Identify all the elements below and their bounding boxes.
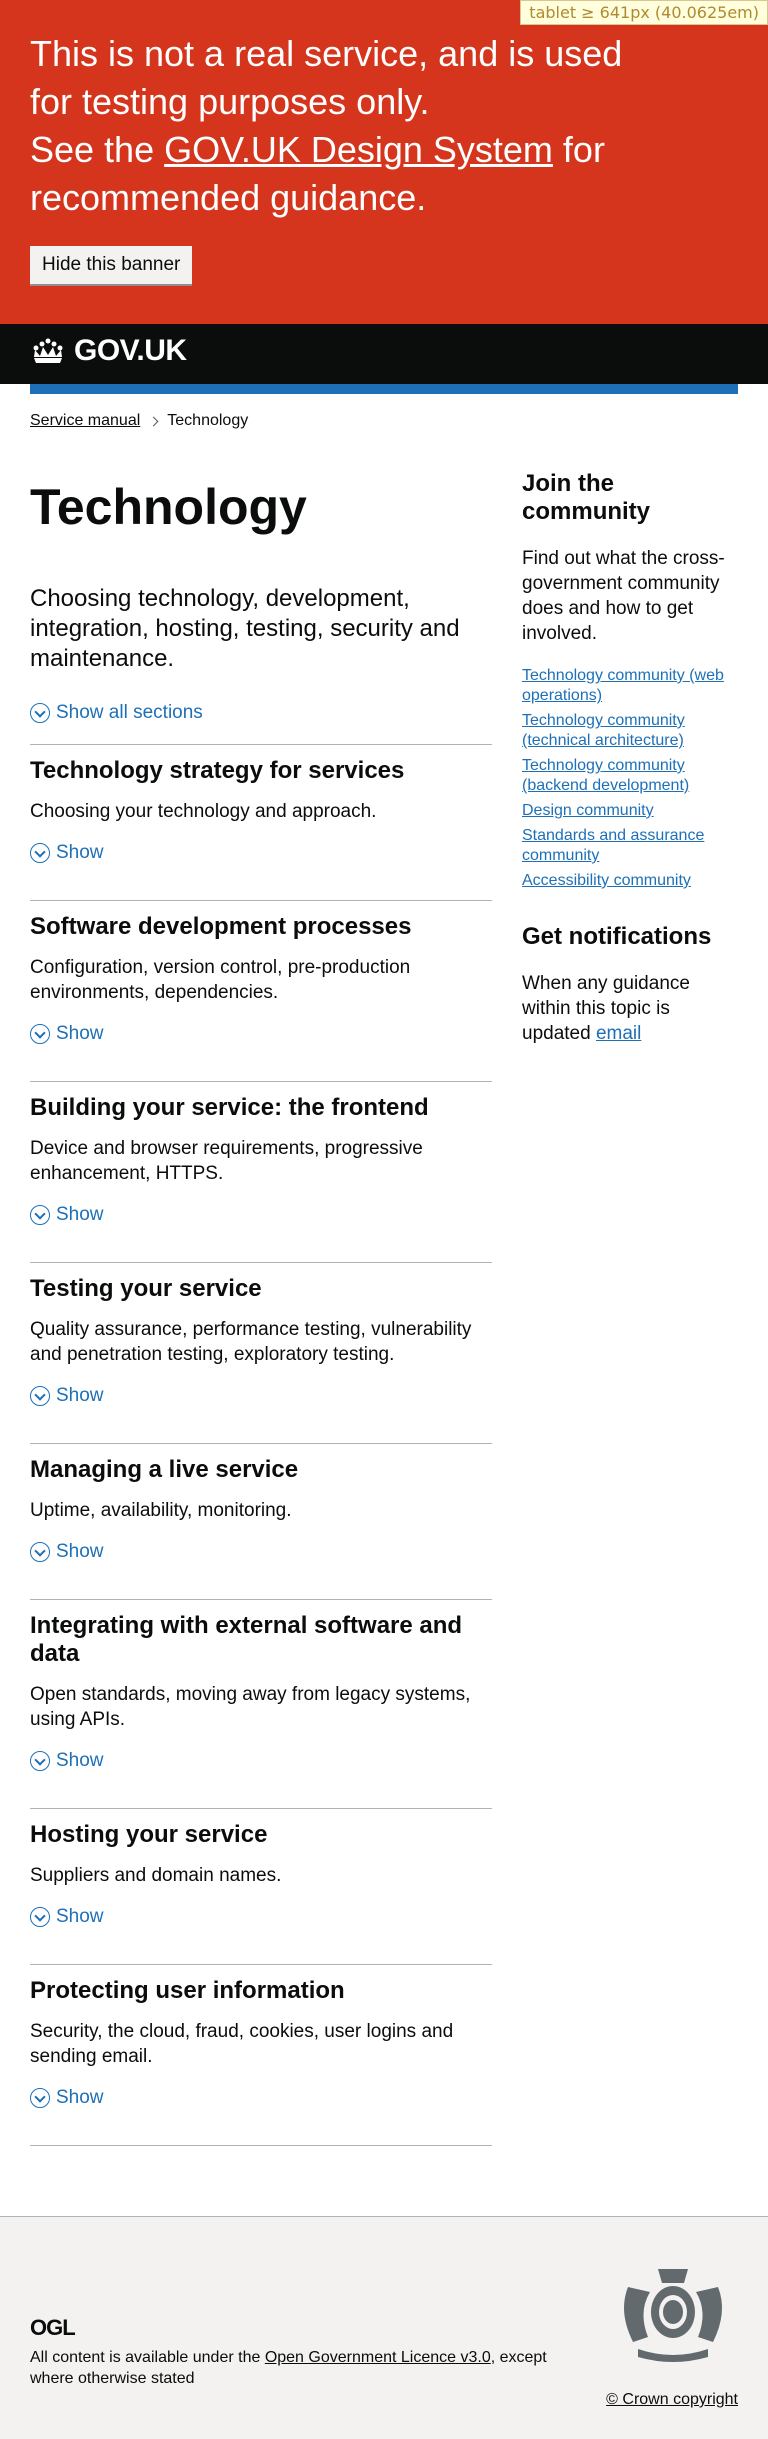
section-show-button[interactable]: Show — [30, 1023, 492, 1045]
section-summary: Quality assurance, performance testing, … — [30, 1319, 472, 1365]
accordion: Technology strategy for services Choosin… — [30, 744, 492, 2146]
accordion-section: Software development processes Configura… — [30, 900, 492, 1045]
section-show-button[interactable]: Show — [30, 1204, 492, 1226]
chevron-right-icon — [148, 416, 159, 426]
section-show-button[interactable]: Show — [30, 1385, 492, 1407]
community-link[interactable]: Technology community (technical architec… — [522, 712, 685, 749]
header-underline — [30, 384, 738, 394]
section-title[interactable]: Protecting user information — [30, 1977, 492, 2005]
hide-banner-button[interactable]: Hide this banner — [30, 246, 193, 284]
section-summary: Open standards, moving away from legacy … — [30, 1684, 471, 1730]
site-footer: OGL All content is available under the O… — [0, 2216, 768, 2439]
chevron-down-icon — [30, 703, 50, 723]
accordion-section: Technology strategy for services Choosin… — [30, 744, 492, 864]
breadcrumb: Service manual Technology — [0, 394, 768, 430]
section-summary: Choosing your technology and approach. — [30, 801, 377, 822]
page-lede: Choosing technology, development, integr… — [30, 585, 460, 672]
accordion-section: Protecting user information Security, th… — [30, 1964, 492, 2109]
notifications-text: When any guidance within this topic is u… — [522, 973, 690, 1044]
design-system-link[interactable]: GOV.UK Design System — [164, 129, 553, 170]
accordion-section: Hosting your service Suppliers and domai… — [30, 1808, 492, 1928]
breakpoint-badge: tablet ≥ 641px (40.0625em) — [520, 0, 768, 25]
section-show-button[interactable]: Show — [30, 2087, 492, 2109]
section-show-button[interactable]: Show — [30, 842, 492, 864]
licence-link[interactable]: Open Government Licence v3.0 — [265, 2349, 491, 2366]
section-summary: Uptime, availability, monitoring. — [30, 1500, 292, 1521]
community-link[interactable]: Accessibility community — [522, 872, 691, 889]
content-column: Technology Choosing technology, developm… — [30, 470, 492, 2146]
crown-icon — [33, 338, 63, 363]
section-title[interactable]: Building your service: the frontend — [30, 1094, 492, 1122]
chevron-down-icon — [30, 1024, 50, 1044]
chevron-down-icon — [30, 1907, 50, 1927]
section-summary: Security, the cloud, fraud, cookies, use… — [30, 2021, 454, 2067]
community-link[interactable]: Technology community (backend developmen… — [522, 757, 689, 794]
section-summary: Device and browser requirements, progres… — [30, 1138, 423, 1184]
chevron-down-icon — [30, 1205, 50, 1225]
section-title[interactable]: Managing a live service — [30, 1456, 492, 1484]
section-title[interactable]: Integrating with external software and d… — [30, 1612, 492, 1668]
section-title[interactable]: Software development processes — [30, 913, 492, 941]
chevron-down-icon — [30, 2088, 50, 2108]
community-link[interactable]: Design community — [522, 802, 654, 819]
breadcrumb-current: Technology — [167, 412, 249, 429]
section-show-button[interactable]: Show — [30, 1906, 492, 1928]
section-title[interactable]: Technology strategy for services — [30, 757, 492, 785]
warning-banner: This is not a real service, and is used … — [0, 0, 768, 324]
accordion-section: Integrating with external software and d… — [30, 1599, 492, 1772]
community-link[interactable]: Technology community (web operations) — [522, 667, 724, 704]
accordion-section: Managing a live service Uptime, availabi… — [30, 1443, 492, 1563]
licence-text: All content is available under the Open … — [30, 2349, 547, 2387]
govuk-logo[interactable]: GOV.UK — [30, 334, 187, 368]
community-link[interactable]: Standards and assurance community — [522, 827, 704, 864]
divider — [30, 2145, 492, 2146]
chevron-down-icon — [30, 1751, 50, 1771]
section-show-button[interactable]: Show — [30, 1541, 492, 1563]
main-content: Technology Choosing technology, developm… — [0, 470, 768, 2146]
community-text: Find out what the cross-government commu… — [522, 548, 725, 644]
notifications-title: Get notifications — [522, 923, 712, 950]
banner-text: This is not a real service, and is used … — [30, 33, 623, 218]
royal-coat-of-arms-icon — [624, 2269, 722, 2362]
show-all-sections-button[interactable]: Show all sections — [30, 702, 492, 724]
email-link[interactable]: email — [596, 1023, 641, 1044]
section-title[interactable]: Hosting your service — [30, 1821, 492, 1849]
breadcrumb-service-manual[interactable]: Service manual — [30, 412, 140, 430]
section-title[interactable]: Testing your service — [30, 1275, 492, 1303]
ogl-logo: OGL — [30, 2315, 76, 2340]
chevron-down-icon — [30, 1542, 50, 1562]
page-title: Technology — [30, 479, 307, 535]
accordion-section: Building your service: the frontend Devi… — [30, 1081, 492, 1226]
sidebar: Join the community Find out what the cro… — [522, 470, 738, 2146]
section-summary: Suppliers and domain names. — [30, 1865, 282, 1886]
community-links: Technology community (web operations) Te… — [522, 666, 738, 891]
chevron-down-icon — [30, 843, 50, 863]
site-header: GOV.UK — [0, 324, 768, 384]
chevron-down-icon — [30, 1386, 50, 1406]
crown-copyright-link[interactable]: © Crown copyright — [606, 2391, 738, 2409]
accordion-section: Testing your service Quality assurance, … — [30, 1262, 492, 1407]
community-title: Join the community — [522, 470, 651, 525]
section-summary: Configuration, version control, pre-prod… — [30, 957, 411, 1003]
section-show-button[interactable]: Show — [30, 1750, 492, 1772]
